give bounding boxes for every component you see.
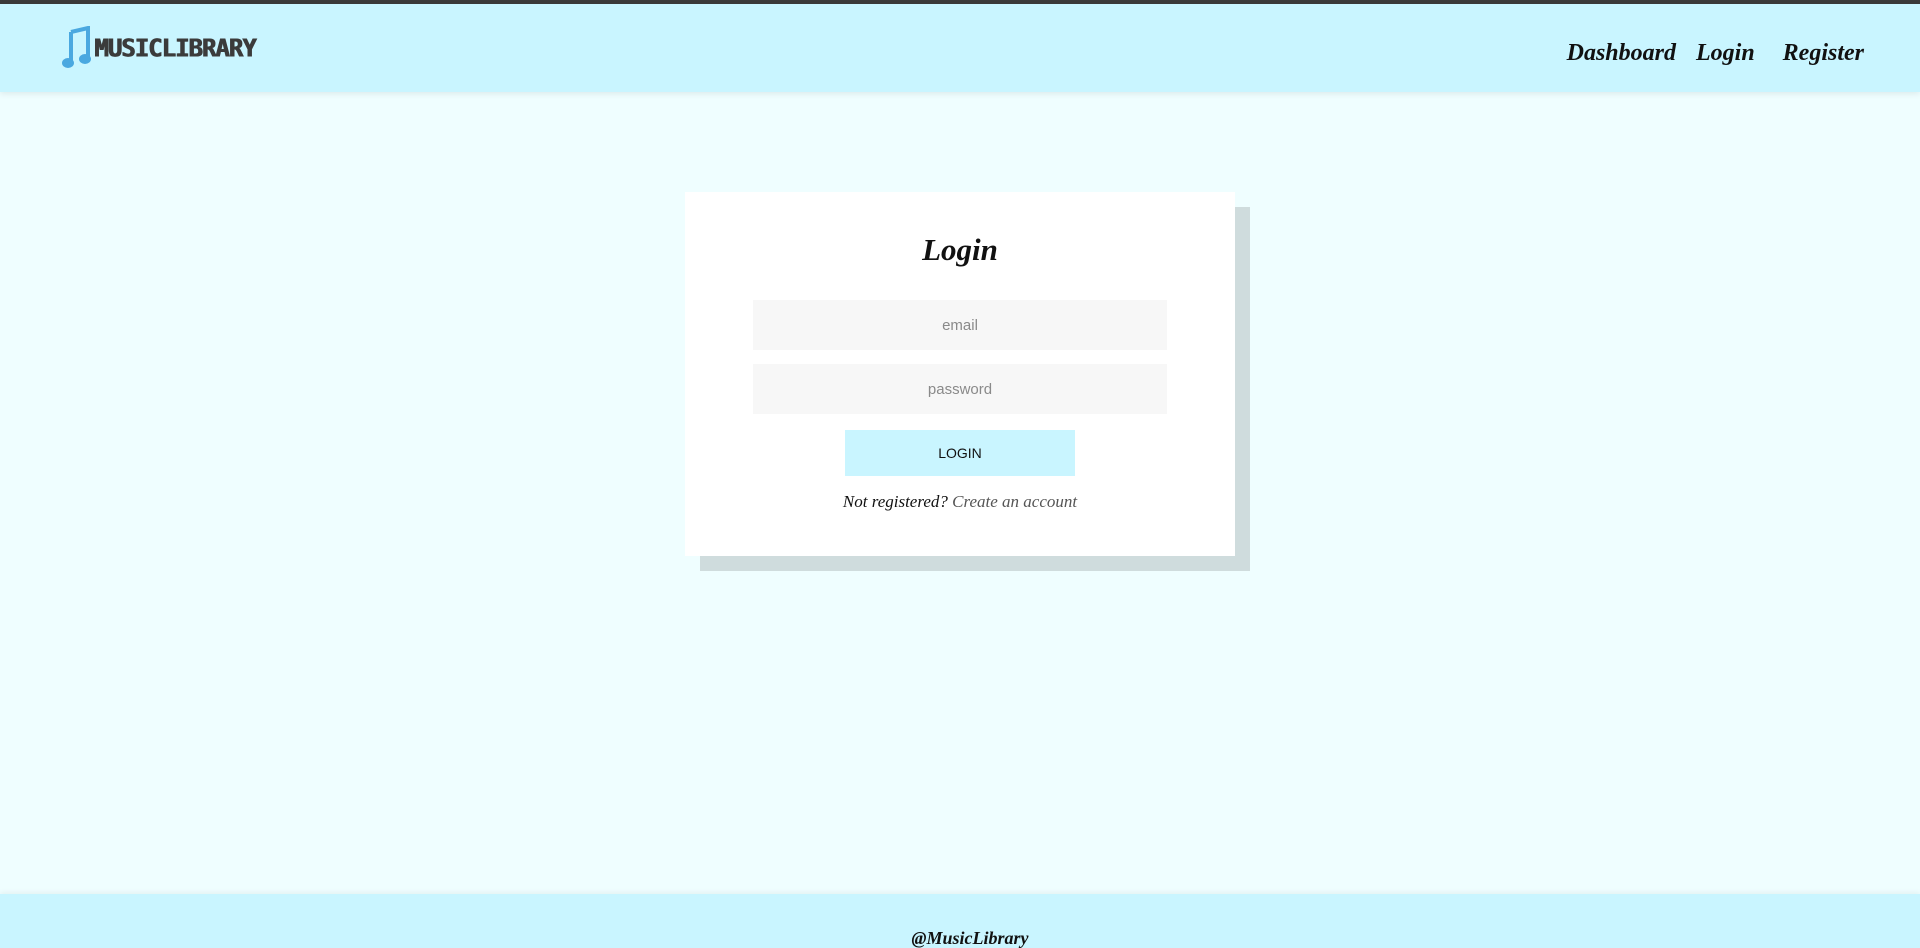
footer-text: @MusicLibrary (911, 928, 1029, 948)
not-registered-text: Not registered? (842, 492, 948, 511)
nav-links: Dashboard Login Register (1547, 40, 1864, 67)
login-button[interactable]: LOGIN (845, 430, 1075, 476)
register-prompt: Not registered? Create an account (685, 492, 1235, 512)
logo[interactable]: MUSICLIBRARY (62, 26, 256, 70)
create-account-link[interactable]: Create an account (952, 492, 1077, 511)
nav-register-link[interactable]: Register (1783, 40, 1864, 67)
nav-dashboard-link[interactable]: Dashboard (1567, 40, 1676, 67)
footer: @MusicLibrary (0, 894, 1920, 948)
password-field[interactable] (753, 364, 1167, 414)
login-card: Login LOGIN Not registered? Create an ac… (685, 192, 1235, 556)
navbar: MUSICLIBRARY Dashboard Login Register (0, 4, 1920, 92)
email-field[interactable] (753, 300, 1167, 350)
nav-login-link[interactable]: Login (1696, 40, 1755, 67)
logo-text: MUSICLIBRARY (94, 33, 256, 63)
login-title: Login (922, 232, 998, 267)
music-note-icon (62, 26, 91, 68)
